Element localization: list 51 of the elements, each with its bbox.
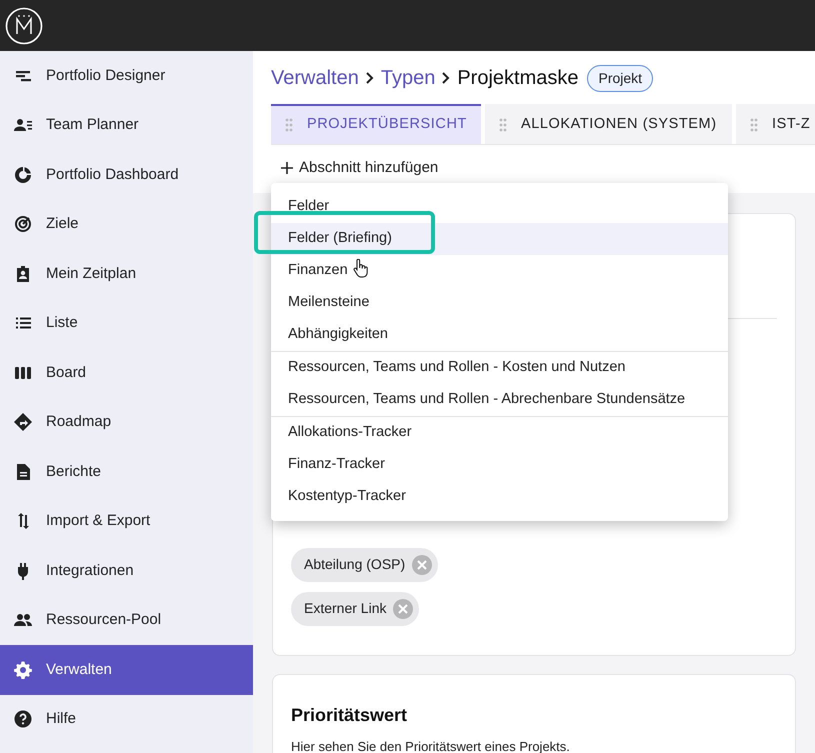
signpost-icon (13, 412, 33, 432)
remove-icon[interactable] (393, 598, 414, 618)
sidebar-item[interactable]: Roadmap (0, 398, 253, 447)
target-icon (13, 214, 33, 234)
hand-cursor-icon (353, 259, 369, 279)
menu-item[interactable]: Abhängigkeiten (271, 319, 728, 351)
sidebar-item[interactable]: Hilfe (0, 694, 253, 744)
plus-icon (281, 162, 293, 174)
breadcrumb-link[interactable]: Verwalten (271, 63, 359, 93)
sidebar-item[interactable]: Import & Export (0, 496, 253, 546)
remove-icon[interactable] (412, 554, 432, 574)
menu-item[interactable]: Finanzen (271, 255, 728, 287)
menu-item[interactable]: Meilensteine (271, 287, 728, 319)
menu-item[interactable]: Felder (271, 191, 728, 223)
drag-handle-icon[interactable] (499, 118, 507, 132)
help-icon (13, 709, 33, 730)
drag-handle-icon[interactable] (285, 118, 293, 132)
menu-item[interactable]: Allokations-Tracker (271, 417, 728, 449)
sidebar-item[interactable]: Berichte (0, 447, 253, 496)
chevron-icon (441, 71, 452, 85)
sidebar-item[interactable]: Portfolio Designer (0, 51, 253, 100)
sidebar-item[interactable]: Ressourcen-Pool (0, 596, 253, 645)
tab[interactable]: ALLOKATIONEN (SYSTEM) (485, 104, 732, 144)
settings-icon (13, 660, 33, 680)
card-description: Hier sehen Sie den Prioritätswert eines Projekts. (291, 738, 571, 753)
tab[interactable]: IST-Z (736, 104, 815, 144)
sidebar-item[interactable]: Verwalten (0, 645, 253, 694)
sidebar-item[interactable]: Ziele (0, 200, 253, 249)
type-badge: Projekt (587, 64, 654, 92)
menu-item[interactable]: Ressourcen, Teams und Rollen - Abrechenbare Stundensätze (271, 384, 728, 416)
chip-label: Externer Link (304, 599, 386, 618)
sidebar-item[interactable]: Mein Zeitplan (0, 249, 253, 298)
chevron-icon (364, 71, 375, 85)
menu-item[interactable]: Kostentyp-Tracker (271, 481, 728, 513)
sidebar-item[interactable]: Portfolio Dashboard (0, 150, 253, 200)
sidebar-item[interactable]: Team Planner (0, 100, 253, 150)
menu-item[interactable]: Ressourcen, Teams und Rollen - Kosten und Nutzen (271, 352, 728, 384)
card-title: Prioritätswert (291, 704, 408, 726)
donut-chart-icon (13, 164, 33, 185)
sidebar-item[interactable]: Liste (0, 298, 253, 348)
sidebar-item[interactable]: Board (0, 348, 253, 398)
add-section-button[interactable]: Abschnitt hinzufügen (281, 157, 438, 180)
logo-icon[interactable] (5, 6, 43, 44)
menu-item[interactable]: Felder (Briefing) (271, 223, 728, 255)
tab[interactable]: PROJEKTÜBERSICHT (271, 104, 481, 144)
drag-handle-icon[interactable] (750, 118, 758, 132)
menu-item[interactable]: Finanz-Tracker (271, 449, 728, 481)
chip-label: Abteilung (OSP) (304, 555, 406, 574)
page-title: Projektmaske (457, 66, 578, 91)
breadcrumb-link[interactable]: Typen (380, 63, 436, 93)
sidebar-item[interactable]: Integrationen (0, 546, 253, 596)
